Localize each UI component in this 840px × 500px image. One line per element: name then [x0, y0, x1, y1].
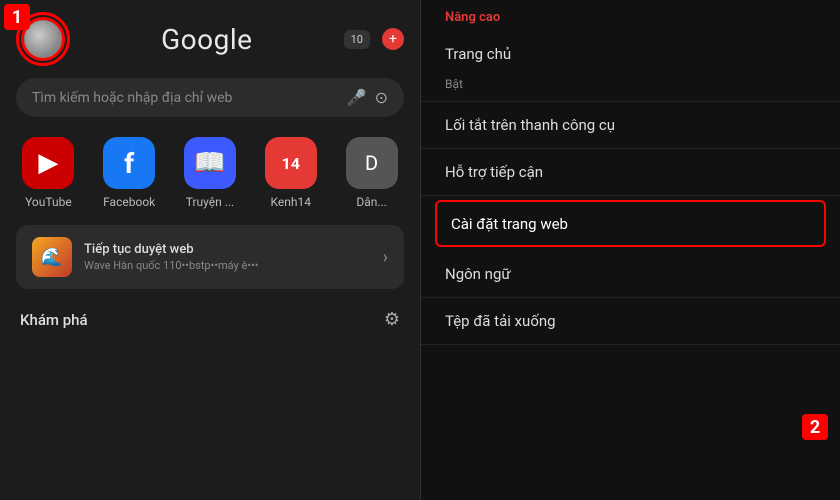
cai-dat-trang-web-item[interactable]: Cài đặt trang web [435, 200, 826, 247]
shortcuts-row: ▶ YouTube f Facebook 📖 Truyện ... 14 Ken… [0, 129, 420, 217]
left-panel: 1 Google 10 + Tìm kiếm hoặc nhập địa chỉ… [0, 0, 420, 500]
cai-dat-trang-web-label: Cài đặt trang web [451, 215, 568, 233]
shortcut-facebook[interactable]: f Facebook [89, 129, 170, 217]
trang-chu-item[interactable]: Trang chủ [421, 31, 840, 77]
shortcut-kenh14[interactable]: 14 Kenh14 [250, 129, 331, 217]
camera-icon[interactable]: ⊙ [375, 88, 388, 107]
kenh14-label: Kenh14 [271, 195, 311, 209]
shortcut-youtube[interactable]: ▶ YouTube [8, 129, 89, 217]
kham-pha-label: Khám phá [20, 311, 88, 329]
continue-thumb-icon: 🌊 [32, 237, 72, 277]
continue-title: Tiếp tục duyệt web [84, 242, 371, 257]
search-bar[interactable]: Tìm kiếm hoặc nhập địa chỉ web 🎤 ⊙ [16, 78, 404, 117]
settings-icon[interactable]: ⚙ [384, 309, 400, 330]
loi-tat-item[interactable]: Lối tắt trên thanh công cụ [421, 102, 840, 149]
annotation-marker-2: 2 [802, 414, 828, 440]
section-header: Nâng cao [421, 0, 840, 31]
top-bar: Google 10 + [0, 0, 420, 74]
continue-info: Tiếp tục duyệt web Wave Hàn quốc 110••bs… [84, 242, 371, 272]
add-tab-icon[interactable]: + [382, 28, 404, 50]
kham-pha-row: Khám phá ⚙ [0, 297, 420, 338]
right-panel: Nâng cao Trang chủ Bật Lối tắt trên than… [420, 0, 840, 500]
google-title: Google [161, 23, 252, 56]
mic-icon[interactable]: 🎤 [347, 88, 367, 107]
ho-tro-item[interactable]: Hỗ trợ tiếp cận [421, 149, 840, 196]
tep-tai-xuong-item[interactable]: Tệp đã tải xuống [421, 298, 840, 345]
facebook-label: Facebook [103, 195, 155, 209]
search-input[interactable]: Tìm kiếm hoặc nhập địa chỉ web [32, 90, 339, 106]
dan-icon: D [346, 137, 398, 189]
youtube-label: YouTube [25, 195, 72, 209]
truyen-icon: 📖 [184, 137, 236, 189]
shortcut-dan[interactable]: D Dân... [331, 129, 412, 217]
dan-label: Dân... [356, 195, 387, 209]
top-icons: 10 + [344, 28, 404, 50]
tab-count-badge[interactable]: 10 [344, 30, 370, 49]
trang-chu-sublabel: Bật [421, 77, 840, 101]
shortcut-truyen[interactable]: 📖 Truyện ... [170, 129, 251, 217]
youtube-icon: ▶ [22, 137, 74, 189]
kenh14-icon: 14 [265, 137, 317, 189]
facebook-icon: f [103, 137, 155, 189]
continue-arrow-icon: › [383, 247, 388, 268]
annotation-marker-1: 1 [4, 4, 30, 30]
continue-card[interactable]: 🌊 Tiếp tục duyệt web Wave Hàn quốc 110••… [16, 225, 404, 289]
truyen-label: Truyện ... [186, 195, 234, 209]
ngon-ngu-item[interactable]: Ngôn ngữ [421, 251, 840, 298]
trang-chu-group: Trang chủ Bật [421, 31, 840, 102]
continue-subtitle: Wave Hàn quốc 110••bstp••máy ê••• [84, 259, 371, 272]
avatar-image [25, 21, 61, 57]
